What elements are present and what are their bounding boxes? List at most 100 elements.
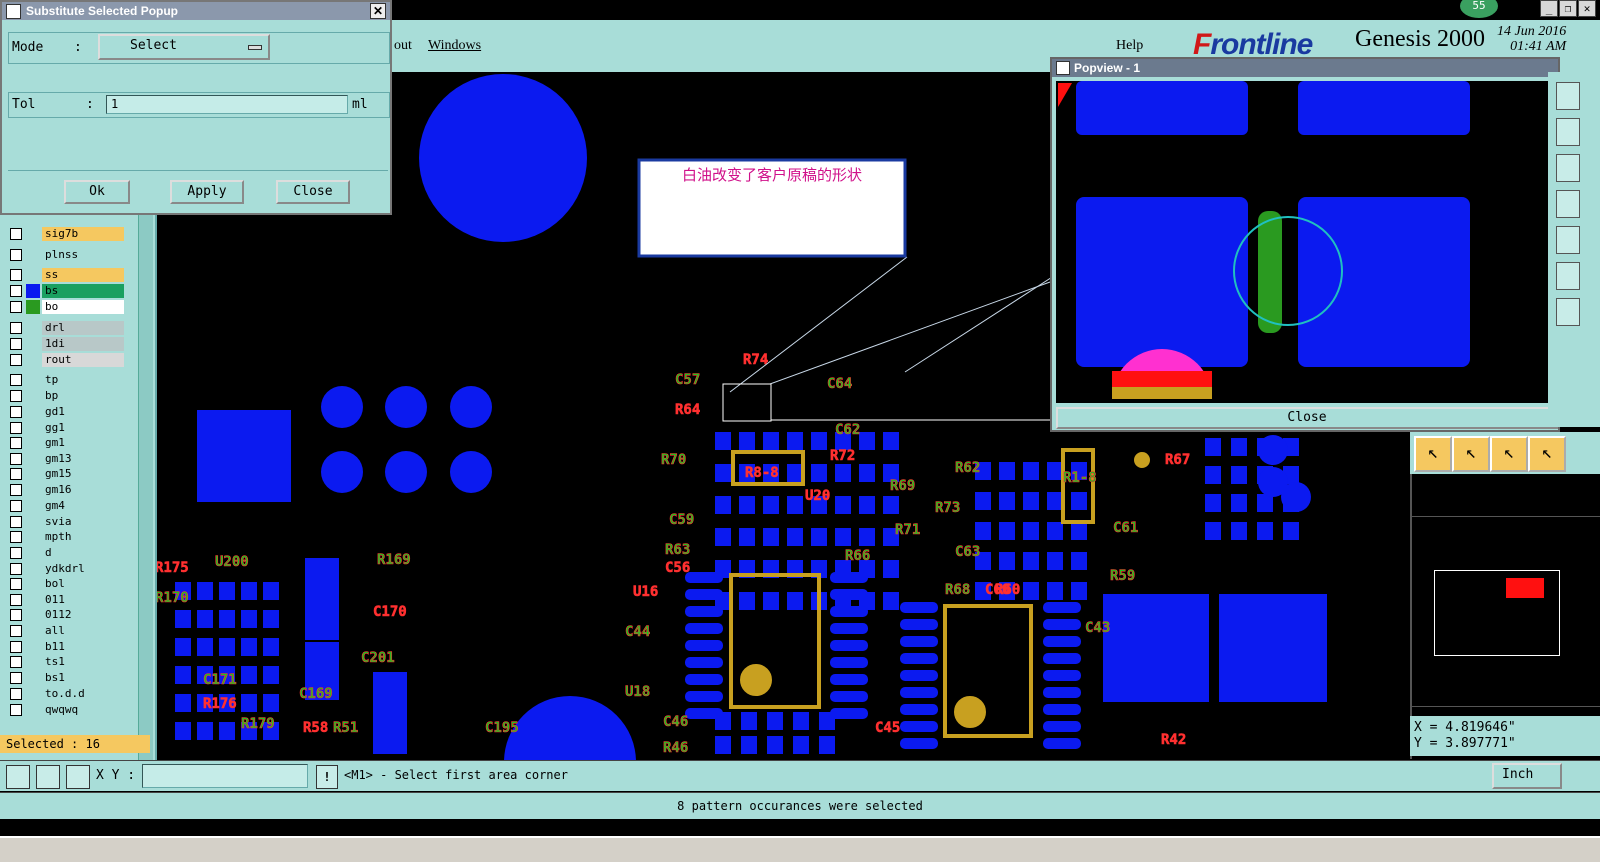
pcb-component-label: R70 xyxy=(661,452,686,468)
measure-icon[interactable] xyxy=(36,765,60,789)
layer-checkbox[interactable] xyxy=(10,672,22,684)
menu-help[interactable]: Help xyxy=(1116,38,1143,54)
popup-titlebar[interactable]: Substitute Selected Popup ✕ xyxy=(2,2,390,20)
close-button[interactable]: Close xyxy=(276,180,350,204)
layer-row[interactable]: gm13 xyxy=(4,452,124,466)
layer-checkbox[interactable] xyxy=(10,547,22,559)
layer-row[interactable]: gm1 xyxy=(4,436,124,450)
layer-scrollbar[interactable] xyxy=(138,215,153,760)
layer-checkbox[interactable] xyxy=(10,338,22,350)
move-tool-icon[interactable] xyxy=(1556,190,1580,218)
layer-row[interactable]: bs1 xyxy=(4,671,124,685)
rotate-tool-icon[interactable] xyxy=(1556,262,1580,290)
pcb-pad xyxy=(830,606,868,617)
restore-icon[interactable]: ❐ xyxy=(1559,0,1577,17)
zoom-tool-icon[interactable] xyxy=(1556,82,1580,110)
layer-checkbox[interactable] xyxy=(10,468,22,480)
layer-row[interactable]: rout xyxy=(4,353,124,367)
popview-titlebar[interactable]: Popview - 1 xyxy=(1052,59,1558,77)
mode-select[interactable]: Select xyxy=(98,34,270,60)
layer-row[interactable]: gm16 xyxy=(4,483,124,497)
layer-row[interactable]: d xyxy=(4,546,124,560)
layer-row[interactable]: all xyxy=(4,624,124,638)
tol-input[interactable]: 1 xyxy=(106,95,348,114)
menu-layout[interactable]: out xyxy=(394,38,412,54)
layer-checkbox[interactable] xyxy=(10,422,22,434)
layer-checkbox[interactable] xyxy=(10,516,22,528)
layer-checkbox[interactable] xyxy=(10,641,22,653)
popview-canvas[interactable] xyxy=(1056,81,1550,403)
layer-checkbox[interactable] xyxy=(10,406,22,418)
layer-checkbox[interactable] xyxy=(10,609,22,621)
layer-checkbox[interactable] xyxy=(10,563,22,575)
layer-row[interactable]: bs xyxy=(4,284,124,298)
close-icon[interactable]: ✕ xyxy=(1578,0,1596,17)
grid-icon[interactable] xyxy=(66,765,90,789)
alert-icon[interactable]: ! xyxy=(316,765,338,789)
layer-checkbox[interactable] xyxy=(10,688,22,700)
popview-close-button[interactable]: Close xyxy=(1056,407,1558,429)
layer-row[interactable]: gd1 xyxy=(4,405,124,419)
layer-row[interactable]: bp xyxy=(4,389,124,403)
select-net-icon[interactable]: ↖ xyxy=(1490,436,1528,472)
copy-tool-icon[interactable] xyxy=(1556,118,1580,146)
layer-row[interactable]: 1di xyxy=(4,337,124,351)
layer-checkbox[interactable] xyxy=(10,484,22,496)
layer-checkbox[interactable] xyxy=(10,390,22,402)
page-tool-icon[interactable] xyxy=(1556,226,1580,254)
layer-checkbox[interactable] xyxy=(10,531,22,543)
pointer-icon[interactable]: ↖ xyxy=(1414,436,1452,472)
layer-checkbox[interactable] xyxy=(10,625,22,637)
layer-row[interactable]: ts1 xyxy=(4,655,124,669)
measure-tool-icon[interactable] xyxy=(1556,298,1580,326)
layer-row[interactable]: to.d.d xyxy=(4,687,124,701)
ok-button[interactable]: Ok xyxy=(64,180,130,204)
layer-checkbox[interactable] xyxy=(10,578,22,590)
layer-checkbox[interactable] xyxy=(10,453,22,465)
layer-row[interactable]: tp xyxy=(4,373,124,387)
layer-row[interactable]: plnss xyxy=(4,248,124,262)
layer-row[interactable]: mpth xyxy=(4,530,124,544)
layer-checkbox[interactable] xyxy=(10,656,22,668)
layer-checkbox[interactable] xyxy=(10,249,22,261)
pcb-pad xyxy=(685,572,723,583)
layer-checkbox[interactable] xyxy=(10,374,22,386)
layer-checkbox[interactable] xyxy=(10,354,22,366)
layer-row[interactable]: qwqwq xyxy=(4,703,124,717)
xy-input[interactable] xyxy=(142,764,308,788)
units-select[interactable]: Inch xyxy=(1492,763,1562,789)
layer-checkbox[interactable] xyxy=(10,437,22,449)
layer-checkbox[interactable] xyxy=(10,228,22,240)
layer-name: gg1 xyxy=(42,421,124,435)
layer-row[interactable]: svia xyxy=(4,515,124,529)
select-area-icon[interactable]: ↖ xyxy=(1528,436,1566,472)
select-icon[interactable]: ↖ xyxy=(1452,436,1490,472)
layer-checkbox[interactable] xyxy=(10,301,22,313)
layer-row[interactable]: bol xyxy=(4,577,124,591)
layer-row[interactable]: bo xyxy=(4,300,124,314)
close-icon[interactable]: ✕ xyxy=(370,3,386,19)
apply-button[interactable]: Apply xyxy=(170,180,244,204)
layer-row[interactable]: 011 xyxy=(4,593,124,607)
layer-checkbox[interactable] xyxy=(10,285,22,297)
layer-row[interactable]: ss xyxy=(4,268,124,282)
menu-windows[interactable]: Windows xyxy=(428,38,481,54)
layer-row[interactable]: sig7b xyxy=(4,227,124,241)
pcb-component-label: C56 xyxy=(665,560,690,576)
layer-checkbox[interactable] xyxy=(10,704,22,716)
pcb-pad xyxy=(811,432,827,450)
layer-checkbox[interactable] xyxy=(10,500,22,512)
layer-checkbox[interactable] xyxy=(10,322,22,334)
layer-checkbox[interactable] xyxy=(10,269,22,281)
layer-row[interactable]: ydkdrl xyxy=(4,562,124,576)
paste-tool-icon[interactable] xyxy=(1556,154,1580,182)
layer-row[interactable]: gm4 xyxy=(4,499,124,513)
layer-row[interactable]: 0112 xyxy=(4,608,124,622)
snap-tool-icon[interactable] xyxy=(6,765,30,789)
layer-checkbox[interactable] xyxy=(10,594,22,606)
layer-row[interactable]: gg1 xyxy=(4,421,124,435)
layer-row[interactable]: b11 xyxy=(4,640,124,654)
layer-row[interactable]: gm15 xyxy=(4,467,124,481)
minimize-icon[interactable]: _ xyxy=(1540,0,1558,17)
layer-row[interactable]: drl xyxy=(4,321,124,335)
